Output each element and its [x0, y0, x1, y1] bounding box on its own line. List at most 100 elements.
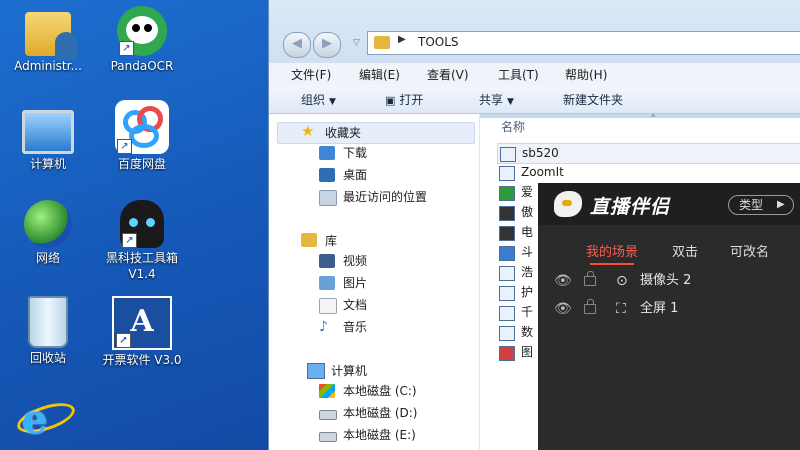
nav-item-drive-d[interactable]: 本地磁盘 (D:) [319, 404, 418, 422]
nav-computer[interactable]: 计算机 [307, 362, 367, 379]
download-folder-icon [319, 146, 335, 160]
file-row[interactable]: sb520 [497, 143, 800, 164]
file-name: 电 [521, 225, 534, 239]
nav-item-label: 本地磁盘 (D:) [343, 406, 418, 420]
desktop-icon-label: PandaOCR [110, 59, 174, 73]
new-folder-button[interactable]: 新建文件夹 [563, 91, 623, 108]
nav-item-downloads[interactable]: 下载 [319, 144, 367, 162]
app-file-icon [499, 346, 515, 361]
file-name: 爱 [521, 185, 534, 199]
desktop-icon-label: 网络 [35, 251, 60, 265]
video-library-icon [319, 254, 335, 268]
sort-indicator-icon: ▴ [651, 110, 656, 120]
explorer-header: ◀ ▶ ▽ ▶ TOOLS 文件(F) 编辑(E) 查看(V) 工具(T) 帮助… [269, 0, 800, 118]
scene-row-fullscreen[interactable]: 👁 ⛶ 全屏 1 [538, 297, 800, 321]
menu-view[interactable]: 查看(V) [427, 66, 469, 83]
nav-item-label: 桌面 [343, 168, 368, 182]
desktop-icon-pandaocr[interactable]: ↗ PandaOCR [94, 6, 190, 74]
lock-icon[interactable] [584, 271, 596, 286]
nav-item-videos[interactable]: 视频 [319, 252, 368, 270]
menu-bar: 文件(F) 编辑(E) 查看(V) 工具(T) 帮助(H) [269, 62, 800, 86]
nav-favorites[interactable]: ★ 收藏夹 [301, 122, 362, 141]
forward-button[interactable]: ▶ [313, 32, 341, 58]
menu-tools[interactable]: 工具(T) [498, 66, 539, 83]
desktop-icon-administrator[interactable]: Administr... [0, 6, 96, 74]
nav-item-label: 视频 [343, 254, 368, 268]
visibility-eye-icon[interactable]: 👁 [554, 297, 572, 321]
network-globe-icon [24, 200, 72, 248]
organize-label: 组织 [301, 93, 326, 107]
nav-libraries-label: 库 [325, 234, 338, 248]
file-name: 浩 [521, 265, 534, 279]
nav-item-pictures[interactable]: 图片 [319, 274, 367, 292]
app-file-icon [499, 246, 515, 261]
address-path: TOOLS [418, 35, 459, 49]
desktop-icon-ie[interactable]: e [0, 388, 92, 443]
tab-double-click[interactable]: 双击 [672, 241, 698, 260]
visibility-eye-icon[interactable]: 👁 [554, 269, 572, 293]
desktop-icon-baidu-netdisk[interactable]: ↗ 百度网盘 [94, 100, 190, 172]
share-button[interactable]: 共享 ▼ [479, 91, 514, 108]
menu-file[interactable]: 文件(F) [291, 66, 331, 83]
live-assistant-panel: 直播伴侣 类型 ▶ 我的场景 双击 可改名 👁 ⊙ 摄像头 2 👁 ⛶ 全屏 1 [538, 183, 800, 450]
desktop-icon-label: Administr... [14, 59, 82, 73]
camera-source-icon: ⊙ [616, 273, 628, 289]
file-row[interactable]: ZoomIt [497, 163, 800, 182]
recycle-bin-icon [28, 296, 68, 348]
live-logo-icon [554, 191, 582, 217]
menu-edit[interactable]: 编辑(E) [359, 66, 400, 83]
address-bar[interactable]: ▶ TOOLS [367, 31, 800, 55]
app-file-icon [500, 147, 516, 162]
column-header-name[interactable]: 名称 [501, 118, 525, 135]
desktop-icon-invoice[interactable]: A ↗ 开票软件 V3.0 [94, 296, 190, 368]
internet-explorer-icon: e [13, 388, 79, 443]
nav-item-label: 文档 [343, 298, 368, 312]
nav-item-desktop[interactable]: 桌面 [319, 166, 368, 184]
back-button[interactable]: ◀ [283, 32, 311, 58]
app-file-icon [499, 326, 515, 341]
file-name: 数 [521, 325, 534, 339]
lock-icon[interactable] [584, 299, 596, 314]
share-label: 共享 [479, 93, 504, 107]
desktop-icon-toolbox[interactable]: ↗ 黑科技工具箱 V1.4 [94, 200, 190, 282]
file-name: 傲 [521, 205, 534, 219]
fullscreen-source-icon: ⛶ [616, 301, 626, 317]
nav-item-label: 本地磁盘 (E:) [343, 428, 416, 442]
breadcrumb-arrow-icon[interactable]: ▶ [398, 34, 406, 45]
menu-help[interactable]: 帮助(H) [565, 66, 607, 83]
nav-item-music[interactable]: ♪ 音乐 [319, 318, 367, 336]
nav-item-drive-e[interactable]: 本地磁盘 (E:) [319, 426, 416, 444]
app-file-icon [499, 306, 515, 321]
nav-item-documents[interactable]: 文档 [319, 296, 368, 314]
nav-item-drive-c[interactable]: 本地磁盘 (C:) [319, 382, 417, 400]
shortcut-arrow-icon: ↗ [116, 333, 131, 348]
recent-places-icon [319, 190, 337, 206]
recent-pages-dropdown-icon[interactable]: ▽ [353, 38, 360, 48]
navigation-pane: ★ 收藏夹 下载 桌面 最近访问的位置 库 视频 图片 文档 ♪ 音乐 计算机 … [269, 114, 480, 450]
scene-row-camera[interactable]: 👁 ⊙ 摄像头 2 [538, 269, 800, 293]
scene-label: 摄像头 2 [640, 273, 692, 288]
app-file-icon [499, 166, 515, 181]
type-button[interactable]: 类型 ▶ [728, 195, 794, 215]
organize-button[interactable]: 组织 ▼ [301, 91, 336, 108]
open-label: 打开 [399, 93, 424, 107]
file-name: 斗 [521, 245, 534, 259]
open-button[interactable]: ▣ 打开 [385, 91, 423, 108]
folder-icon [374, 36, 390, 49]
tab-rename[interactable]: 可改名 [730, 241, 769, 260]
file-name: sb520 [522, 146, 559, 160]
computer-icon [22, 110, 74, 154]
nav-item-recent[interactable]: 最近访问的位置 [319, 188, 428, 206]
tab-my-scenes[interactable]: 我的场景 [586, 241, 638, 260]
toolbox-cat-icon: ↗ [120, 200, 164, 248]
nav-item-label: 最近访问的位置 [343, 190, 428, 204]
desktop-icon-network[interactable]: 网络 [0, 200, 96, 266]
music-note-icon: ♪ [319, 319, 328, 335]
document-library-icon [319, 298, 337, 314]
desktop-icon-recycle-bin[interactable]: 回收站 [0, 296, 96, 366]
desktop-icon-computer[interactable]: 计算机 [0, 100, 96, 172]
command-bar: 组织 ▼ ▣ 打开 共享 ▼ 新建文件夹 [269, 85, 800, 114]
nav-favorites-label: 收藏夹 [325, 126, 362, 140]
star-icon: ★ [301, 122, 315, 140]
nav-libraries[interactable]: 库 [301, 232, 338, 249]
